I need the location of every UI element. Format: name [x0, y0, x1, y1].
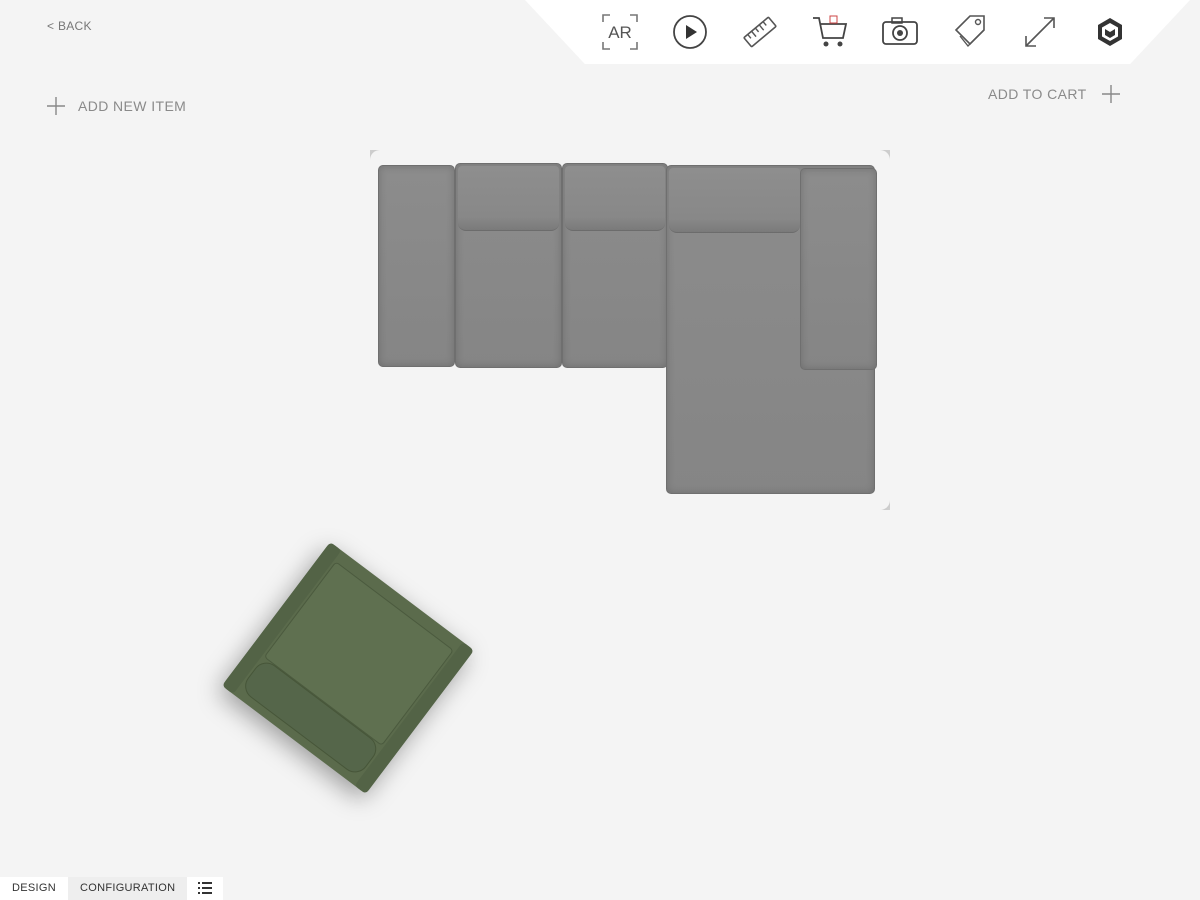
- cart-button[interactable]: [805, 10, 855, 54]
- measure-button[interactable]: [735, 10, 785, 54]
- sofa-back-cushion: [669, 168, 800, 233]
- expand-icon: [1025, 17, 1055, 47]
- ruler-icon: [743, 16, 777, 48]
- price-tag-button[interactable]: [945, 10, 995, 54]
- brand-logo-icon: [1098, 18, 1122, 46]
- snapshot-button[interactable]: [875, 10, 925, 54]
- ar-label: AR: [608, 23, 632, 42]
- ar-button[interactable]: AR: [595, 10, 645, 54]
- sofa-back-cushion: [565, 166, 665, 231]
- back-link[interactable]: < BACK: [47, 19, 92, 33]
- play-button[interactable]: [665, 10, 715, 54]
- add-new-item-button[interactable]: ADD NEW ITEM: [46, 96, 186, 116]
- cart-icon: [813, 15, 848, 47]
- fullscreen-button[interactable]: [1015, 10, 1065, 54]
- armchair[interactable]: [221, 541, 475, 795]
- brand-button[interactable]: [1085, 10, 1135, 54]
- add-to-cart-label: ADD TO CART: [988, 86, 1087, 102]
- sofa-seat-1[interactable]: [455, 163, 562, 368]
- ar-icon: AR: [602, 14, 638, 50]
- toolbar: AR: [595, 10, 1155, 54]
- sofa-back-cushion: [458, 166, 559, 231]
- plus-icon: [47, 97, 65, 115]
- camera-icon: [882, 17, 918, 45]
- list-icon[interactable]: [197, 880, 213, 896]
- tag-icon: [954, 15, 985, 48]
- tab-configuration[interactable]: CONFIGURATION: [67, 877, 188, 900]
- add-to-cart-button[interactable]: ADD TO CART: [988, 84, 1121, 104]
- sofa-arm-right[interactable]: [800, 168, 877, 370]
- bottom-tab-bar: DESIGN CONFIGURATION: [0, 877, 224, 900]
- sofa-arm-left[interactable]: [378, 165, 455, 367]
- add-new-item-label: ADD NEW ITEM: [78, 98, 187, 114]
- plus-icon: [1101, 85, 1120, 103]
- configurator-canvas[interactable]: AR < BACK ADD NEW ITEM ADD TO CART DESIG…: [0, 0, 1200, 900]
- tab-design[interactable]: DESIGN: [0, 877, 68, 900]
- play-icon: [673, 15, 707, 49]
- sofa-seat-2[interactable]: [562, 163, 668, 368]
